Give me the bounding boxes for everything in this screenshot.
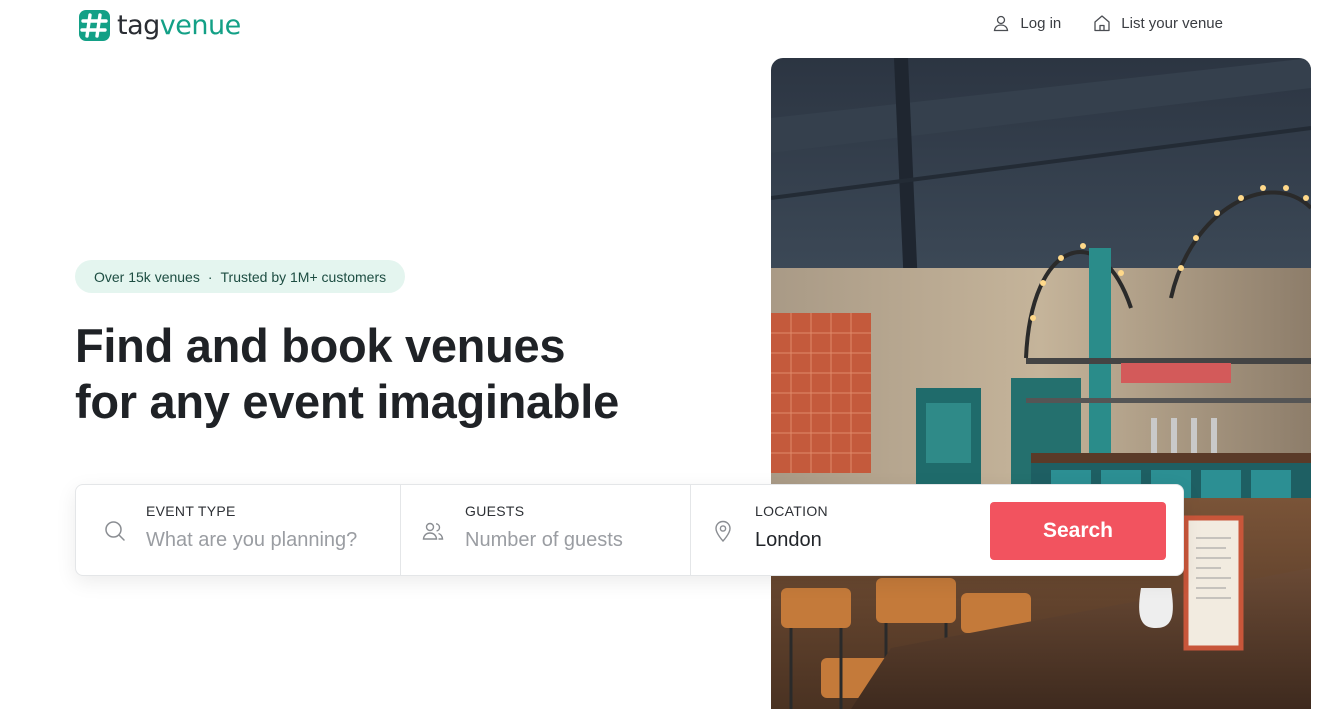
guests-field[interactable]: GUESTS	[400, 485, 705, 575]
guests-label: GUESTS	[465, 503, 525, 519]
event-type-label: EVENT TYPE	[146, 503, 236, 519]
hero-venue-image	[771, 58, 1311, 709]
home-icon	[1094, 15, 1110, 32]
event-type-field[interactable]: EVENT TYPE	[76, 485, 400, 575]
badge-trusted-customers: Trusted by 1M+ customers	[220, 268, 387, 285]
location-label: LOCATION	[755, 503, 828, 519]
search-icon	[105, 521, 125, 541]
top-navigation: Log in List your venue	[992, 14, 1223, 32]
location-field[interactable]: LOCATION Search	[690, 485, 1183, 575]
users-icon	[422, 522, 444, 540]
headline-line-2: for any event imaginable	[75, 375, 619, 428]
tagvenue-hash-logo-icon	[79, 10, 110, 41]
event-type-input[interactable]	[146, 529, 386, 552]
map-pin-icon	[715, 520, 731, 543]
venue-search-bar: EVENT TYPE GUESTS LOCATION Search	[75, 484, 1184, 576]
location-input[interactable]	[755, 529, 995, 552]
badge-venues-count: Over 15k venues	[94, 268, 200, 285]
badge-separator: ·	[207, 268, 213, 285]
user-icon	[994, 15, 1009, 32]
login-link[interactable]: Log in	[992, 14, 1061, 32]
list-your-venue-link[interactable]: List your venue	[1093, 14, 1223, 32]
tagvenue-logo[interactable]: tagvenue	[78, 9, 241, 42]
login-label: Log in	[1020, 14, 1062, 32]
hero-headline: Find and book venues for any event imagi…	[75, 318, 619, 430]
headline-line-1: Find and book venues	[75, 319, 566, 372]
list-your-venue-label: List your venue	[1121, 14, 1223, 32]
search-button[interactable]: Search	[990, 502, 1166, 560]
logo-wordmark: tagvenue	[117, 10, 241, 41]
guests-input[interactable]	[465, 529, 705, 552]
trust-badge: Over 15k venues · Trusted by 1M+ custome…	[75, 260, 406, 293]
